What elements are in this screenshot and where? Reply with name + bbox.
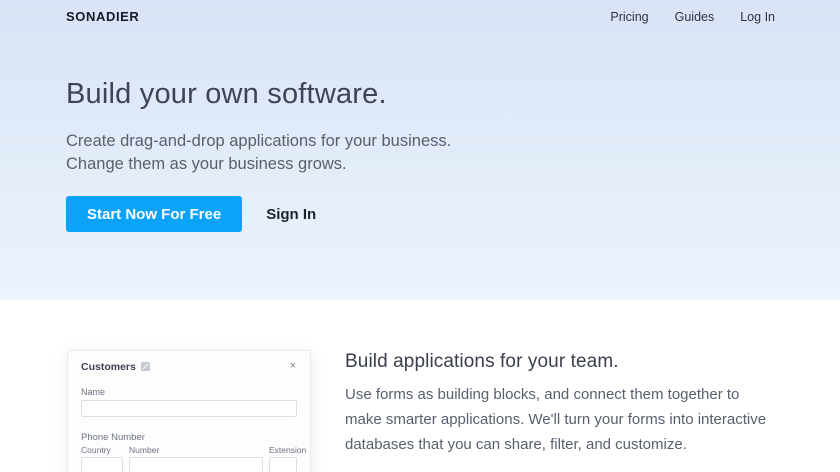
phone-field-label: Phone Number <box>81 432 145 443</box>
feature-section: Customers × Name Phone Number Country Nu… <box>0 300 840 472</box>
extension-column: Extension <box>269 445 307 472</box>
extension-input[interactable] <box>269 457 297 472</box>
nav-link-guides[interactable]: Guides <box>675 10 715 24</box>
nav-links: Pricing Guides Log In <box>610 10 775 24</box>
form-card-body: Name Phone Number Country Number Extensi… <box>68 387 310 472</box>
hero-subtitle-line-1: Create drag-and-drop applications for yo… <box>66 132 452 150</box>
feature-body: Use forms as building blocks, and connec… <box>345 382 815 457</box>
name-input[interactable] <box>81 400 297 417</box>
country-field-label: Country <box>81 445 111 455</box>
hero-subtitle: Create drag-and-drop applications for yo… <box>66 130 840 176</box>
form-card-title: Customers <box>81 360 136 373</box>
feature-text-block: Build applications for your team. Use fo… <box>345 351 815 457</box>
cta-row: Start Now For Free Sign In <box>66 196 840 232</box>
sign-in-link[interactable]: Sign In <box>256 198 326 231</box>
nav-link-pricing[interactable]: Pricing <box>610 10 648 24</box>
hero-subtitle-line-2: Change them as your business grows. <box>66 155 347 173</box>
logo[interactable]: SONADIER <box>66 9 139 24</box>
phone-field-group: Country Number Extension <box>81 445 307 472</box>
country-column: Country <box>81 445 123 472</box>
country-input[interactable] <box>81 457 123 472</box>
number-column: Number <box>129 445 263 472</box>
extension-field-label: Extension <box>269 445 307 455</box>
form-card-header: Customers × <box>68 351 310 374</box>
feature-body-line-1: Use forms as building blocks, and connec… <box>345 386 740 403</box>
name-field-label: Name <box>81 387 106 397</box>
close-icon[interactable]: × <box>286 359 300 374</box>
start-now-button[interactable]: Start Now For Free <box>66 196 243 232</box>
number-input[interactable] <box>129 457 263 472</box>
nav-link-login[interactable]: Log In <box>740 10 775 24</box>
hero-content: Build your own software. Create drag-and… <box>0 78 840 232</box>
hero-title: Build your own software. <box>66 78 387 110</box>
hero-section: SONADIER Pricing Guides Log In Build you… <box>0 0 840 300</box>
edit-icon[interactable] <box>140 362 150 371</box>
feature-body-line-3: databases that you can share, filter, an… <box>345 436 687 453</box>
navbar: SONADIER Pricing Guides Log In <box>0 0 840 24</box>
feature-body-line-2: make smarter applications. We'll turn yo… <box>345 411 767 428</box>
number-field-label: Number <box>129 445 160 455</box>
customers-form-card: Customers × Name Phone Number Country Nu… <box>67 350 311 472</box>
feature-heading: Build applications for your team. <box>345 351 619 372</box>
